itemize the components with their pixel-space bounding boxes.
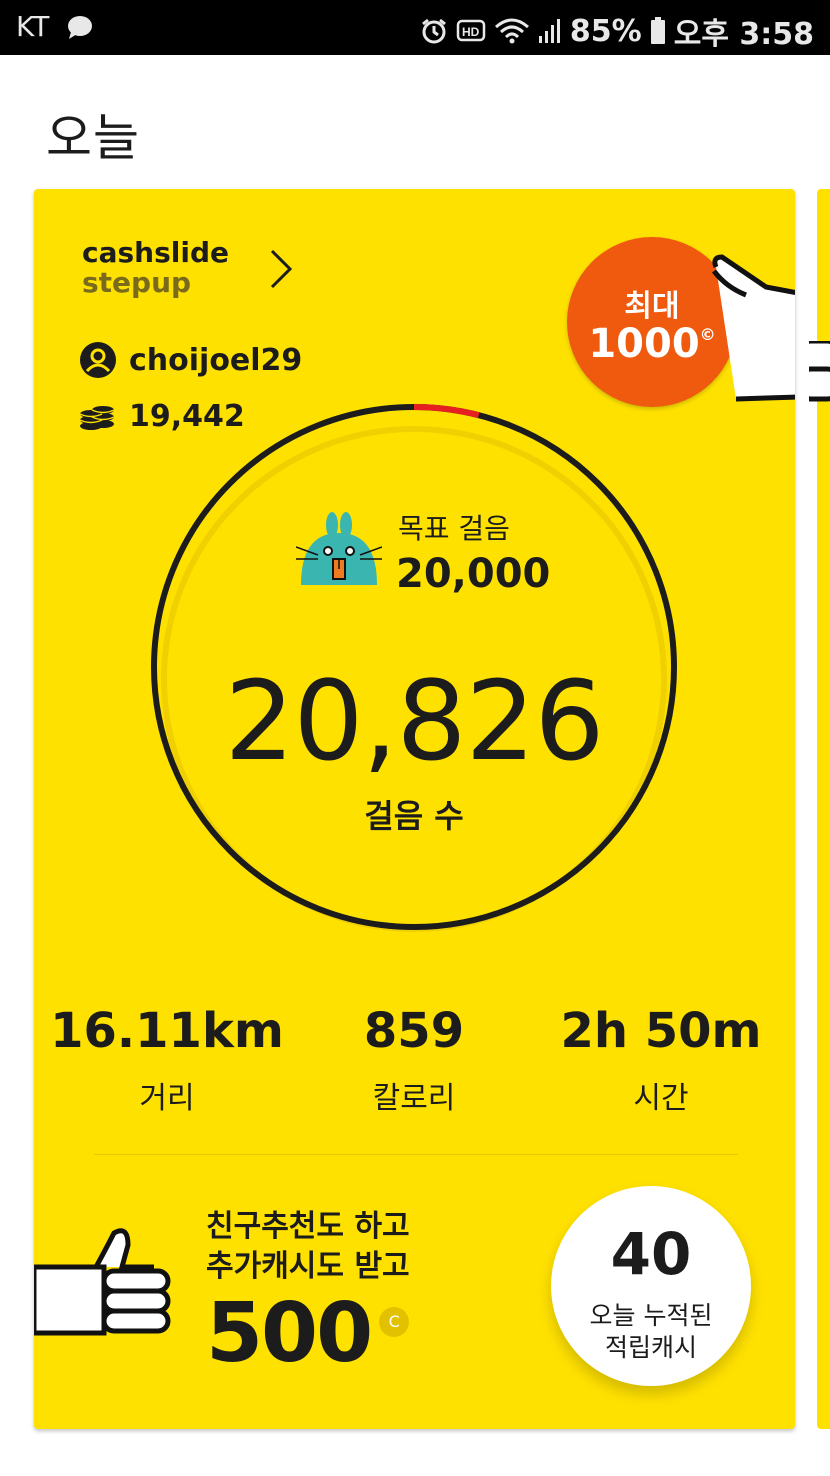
battery-icon — [650, 17, 665, 44]
user-row: choijoel29 — [79, 341, 302, 379]
username: choijoel29 — [129, 342, 303, 378]
goal-steps-label: 목표 걸음 — [398, 512, 510, 545]
clock: 오후 3:58 — [673, 17, 814, 52]
brand-name: cashslide — [82, 236, 229, 269]
accumulated-cash-value: 40 — [610, 1220, 692, 1288]
stat-calories-value: 859 — [363, 1003, 465, 1059]
chevron-right-icon[interactable] — [266, 247, 296, 291]
message-bubble-icon — [68, 16, 92, 39]
stat-distance-label: 거리 — [139, 1081, 195, 1116]
status-bar: KT HD 85% 오후 3:58 — [0, 0, 830, 55]
promo-amount-row: 500 C — [206, 1293, 410, 1375]
stat-time-label: 시간 — [633, 1081, 689, 1116]
hand-holding-icon — [712, 254, 795, 402]
next-card-peek[interactable] — [809, 189, 830, 1429]
brand-logo[interactable]: cashslide stepup — [82, 239, 229, 297]
stat-time-value: 2h 50m — [560, 1003, 762, 1059]
carrier-label: KT — [16, 10, 50, 43]
signal-icon — [538, 19, 560, 43]
divider — [94, 1154, 738, 1155]
hand-icon — [809, 341, 830, 402]
battery-percent: 85% — [569, 13, 642, 49]
bunny-mascot-icon — [296, 512, 382, 585]
user-avatar-icon — [80, 342, 116, 378]
brand-subname: stepup — [82, 266, 192, 299]
promo-line2: 추가캐시도 받고 — [206, 1249, 410, 1284]
stat-time: 2h 50m 시간 — [531, 1003, 791, 1117]
alarm-icon — [421, 18, 446, 44]
accumulated-cash-button[interactable]: 40 오늘 누적된 적립캐시 — [551, 1186, 751, 1386]
stepup-card[interactable]: cashslide stepup choijoel29 19,442 최대 10… — [34, 189, 795, 1429]
accumulated-cash-label-1: 오늘 누적된 — [589, 1301, 713, 1330]
thumbs-up-icon — [34, 1228, 171, 1336]
step-count-label: 걸음 수 — [364, 797, 464, 835]
coins-stack-icon — [79, 405, 115, 430]
promo-line1: 친구추천도 하고 — [206, 1209, 410, 1244]
stat-distance-value: 16.11km — [50, 1003, 284, 1059]
stat-distance: 16.11km 거리 — [37, 1003, 297, 1117]
goal-steps-value: 20,000 — [396, 551, 551, 597]
accumulated-cash-label-2: 적립캐시 — [604, 1333, 697, 1362]
hd-icon: HD — [456, 19, 486, 42]
svg-text:HD: HD — [462, 25, 480, 39]
step-count: 20,826 — [224, 657, 605, 785]
stat-calories: 859 칼로리 — [284, 1003, 544, 1117]
page-title: 오늘 — [46, 109, 140, 167]
stat-calories-label: 칼로리 — [372, 1081, 456, 1116]
referral-promo[interactable]: 친구추천도 하고 추가캐시도 받고 500 C — [206, 1207, 410, 1375]
promo-amount: 500 — [206, 1286, 373, 1381]
status-right: HD 85% 오후 3:58 — [420, 9, 814, 53]
cash-coin-icon: C — [379, 1307, 410, 1337]
wifi-icon — [494, 18, 529, 44]
